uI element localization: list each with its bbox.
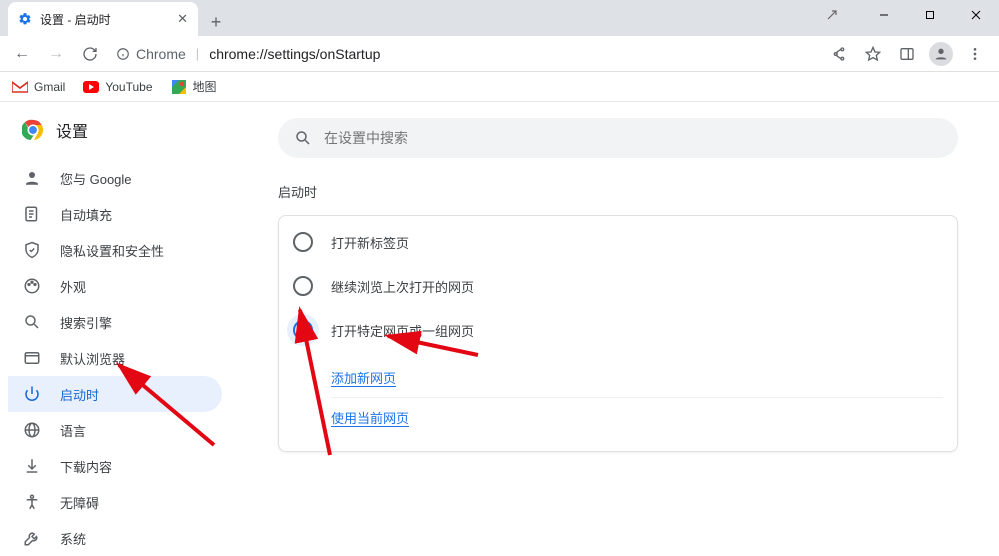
- browser-toolbar: ← → Chrome | chrome://settings/onStartup: [0, 36, 999, 72]
- sidebar-item-system[interactable]: 系统: [8, 520, 222, 556]
- person-icon: [22, 168, 42, 188]
- autofill-icon: [22, 204, 42, 224]
- close-tab-icon[interactable]: ✕: [177, 11, 188, 27]
- bookmark-label: 地图: [193, 78, 217, 95]
- settings-content: 设置 您与 Google 自动填充 隐私设置和安全性 外观 搜索引擎: [0, 102, 999, 530]
- share-icon[interactable]: [823, 40, 855, 68]
- window-minimize-button[interactable]: [861, 0, 907, 30]
- window-maximize-button[interactable]: [907, 0, 953, 30]
- use-current-pages-link[interactable]: 使用当前网页: [331, 397, 943, 437]
- forward-button[interactable]: →: [42, 40, 70, 68]
- bookmark-label: Gmail: [34, 80, 65, 94]
- window-controls: [809, 0, 999, 30]
- gmail-icon: [12, 79, 28, 95]
- sidebar-item-label: 语言: [60, 421, 86, 440]
- browser-icon: [22, 348, 42, 368]
- power-icon: [22, 384, 42, 404]
- maps-icon: [171, 79, 187, 95]
- tab-title: 设置 - 启动时: [40, 11, 169, 28]
- back-button[interactable]: ←: [8, 40, 36, 68]
- settings-search-input[interactable]: [324, 130, 942, 146]
- sidebar-item-search-engine[interactable]: 搜索引擎: [8, 304, 222, 340]
- sidebar-item-accessibility[interactable]: 无障碍: [8, 484, 222, 520]
- globe-icon: [22, 420, 42, 440]
- profile-avatar[interactable]: [925, 40, 957, 68]
- bookmark-youtube[interactable]: YouTube: [83, 79, 152, 95]
- site-info-icon[interactable]: [116, 47, 130, 61]
- startup-option-continue[interactable]: 继续浏览上次打开的网页: [293, 264, 943, 308]
- side-panel-icon[interactable]: [891, 40, 923, 68]
- search-icon: [22, 312, 42, 332]
- add-new-page-link[interactable]: 添加新网页: [331, 358, 943, 397]
- sidebar-item-appearance[interactable]: 外观: [8, 268, 222, 304]
- youtube-icon: [83, 79, 99, 95]
- bookmark-gmail[interactable]: Gmail: [12, 79, 65, 95]
- section-title: 启动时: [278, 182, 999, 201]
- option-label: 打开特定网页或一组网页: [331, 321, 474, 340]
- startup-option-specific-pages[interactable]: 打开特定网页或一组网页: [293, 308, 943, 352]
- bookmark-star-icon[interactable]: [857, 40, 889, 68]
- sidebar-item-label: 系统: [60, 529, 86, 548]
- chrome-logo-icon: [22, 119, 44, 141]
- radio-button[interactable]: [293, 276, 313, 296]
- radio-button[interactable]: [293, 320, 313, 340]
- address-bar[interactable]: Chrome | chrome://settings/onStartup: [110, 40, 817, 68]
- sidebar-item-label: 隐私设置和安全性: [60, 241, 164, 260]
- browser-menu-icon[interactable]: [959, 40, 991, 68]
- search-icon: [294, 129, 312, 147]
- gear-icon: [18, 12, 32, 26]
- sidebar-item-languages[interactable]: 语言: [8, 412, 222, 448]
- startup-sublinks: 添加新网页 使用当前网页: [331, 352, 943, 447]
- option-label: 继续浏览上次打开的网页: [331, 277, 474, 296]
- bookmarks-bar: Gmail YouTube 地图: [0, 72, 999, 102]
- bookmark-maps[interactable]: 地图: [171, 78, 217, 95]
- sidebar-item-label: 您与 Google: [60, 169, 132, 188]
- sidebar-item-label: 下载内容: [60, 457, 112, 476]
- bookmark-label: YouTube: [105, 80, 152, 94]
- browser-tab[interactable]: 设置 - 启动时 ✕: [8, 2, 198, 36]
- option-label: 打开新标签页: [331, 233, 409, 252]
- sidebar-item-label: 外观: [60, 277, 86, 296]
- settings-sidebar: 您与 Google 自动填充 隐私设置和安全性 外观 搜索引擎 默认浏览器: [0, 160, 278, 556]
- settings-search[interactable]: [278, 118, 958, 158]
- sidebar-item-autofill[interactable]: 自动填充: [8, 196, 222, 232]
- accessibility-icon: [22, 492, 42, 512]
- radio-button[interactable]: [293, 232, 313, 252]
- settings-main-column: 启动时 打开新标签页 继续浏览上次打开的网页 打开特定网页或一组网页 添加新网页…: [278, 102, 999, 530]
- sidebar-item-label: 无障碍: [60, 493, 99, 512]
- startup-options-card: 打开新标签页 继续浏览上次打开的网页 打开特定网页或一组网页 添加新网页 使用当…: [278, 215, 958, 452]
- download-icon: [22, 456, 42, 476]
- sidebar-item-on-startup[interactable]: 启动时: [8, 376, 222, 412]
- sidebar-item-downloads[interactable]: 下载内容: [8, 448, 222, 484]
- palette-icon: [22, 276, 42, 296]
- wrench-icon: [22, 528, 42, 548]
- reload-button[interactable]: [76, 40, 104, 68]
- window-close-button[interactable]: [953, 0, 999, 30]
- url-text: chrome://settings/onStartup: [209, 46, 380, 62]
- url-separator: |: [192, 46, 203, 61]
- window-restore-down-button[interactable]: [809, 0, 855, 30]
- sidebar-item-label: 默认浏览器: [60, 349, 125, 368]
- sidebar-item-label: 搜索引擎: [60, 313, 112, 332]
- sidebar-item-label: 启动时: [60, 385, 99, 404]
- url-scheme-label: Chrome: [136, 46, 186, 62]
- sidebar-item-label: 自动填充: [60, 205, 112, 224]
- page-title: 设置: [56, 118, 88, 142]
- sidebar-item-privacy[interactable]: 隐私设置和安全性: [8, 232, 222, 268]
- shield-icon: [22, 240, 42, 260]
- new-tab-button[interactable]: +: [202, 8, 230, 36]
- sidebar-item-you-and-google[interactable]: 您与 Google: [8, 160, 222, 196]
- sidebar-item-default-browser[interactable]: 默认浏览器: [8, 340, 222, 376]
- settings-sidebar-column: 设置 您与 Google 自动填充 隐私设置和安全性 外观 搜索引擎: [0, 102, 278, 530]
- startup-option-new-tab[interactable]: 打开新标签页: [293, 220, 943, 264]
